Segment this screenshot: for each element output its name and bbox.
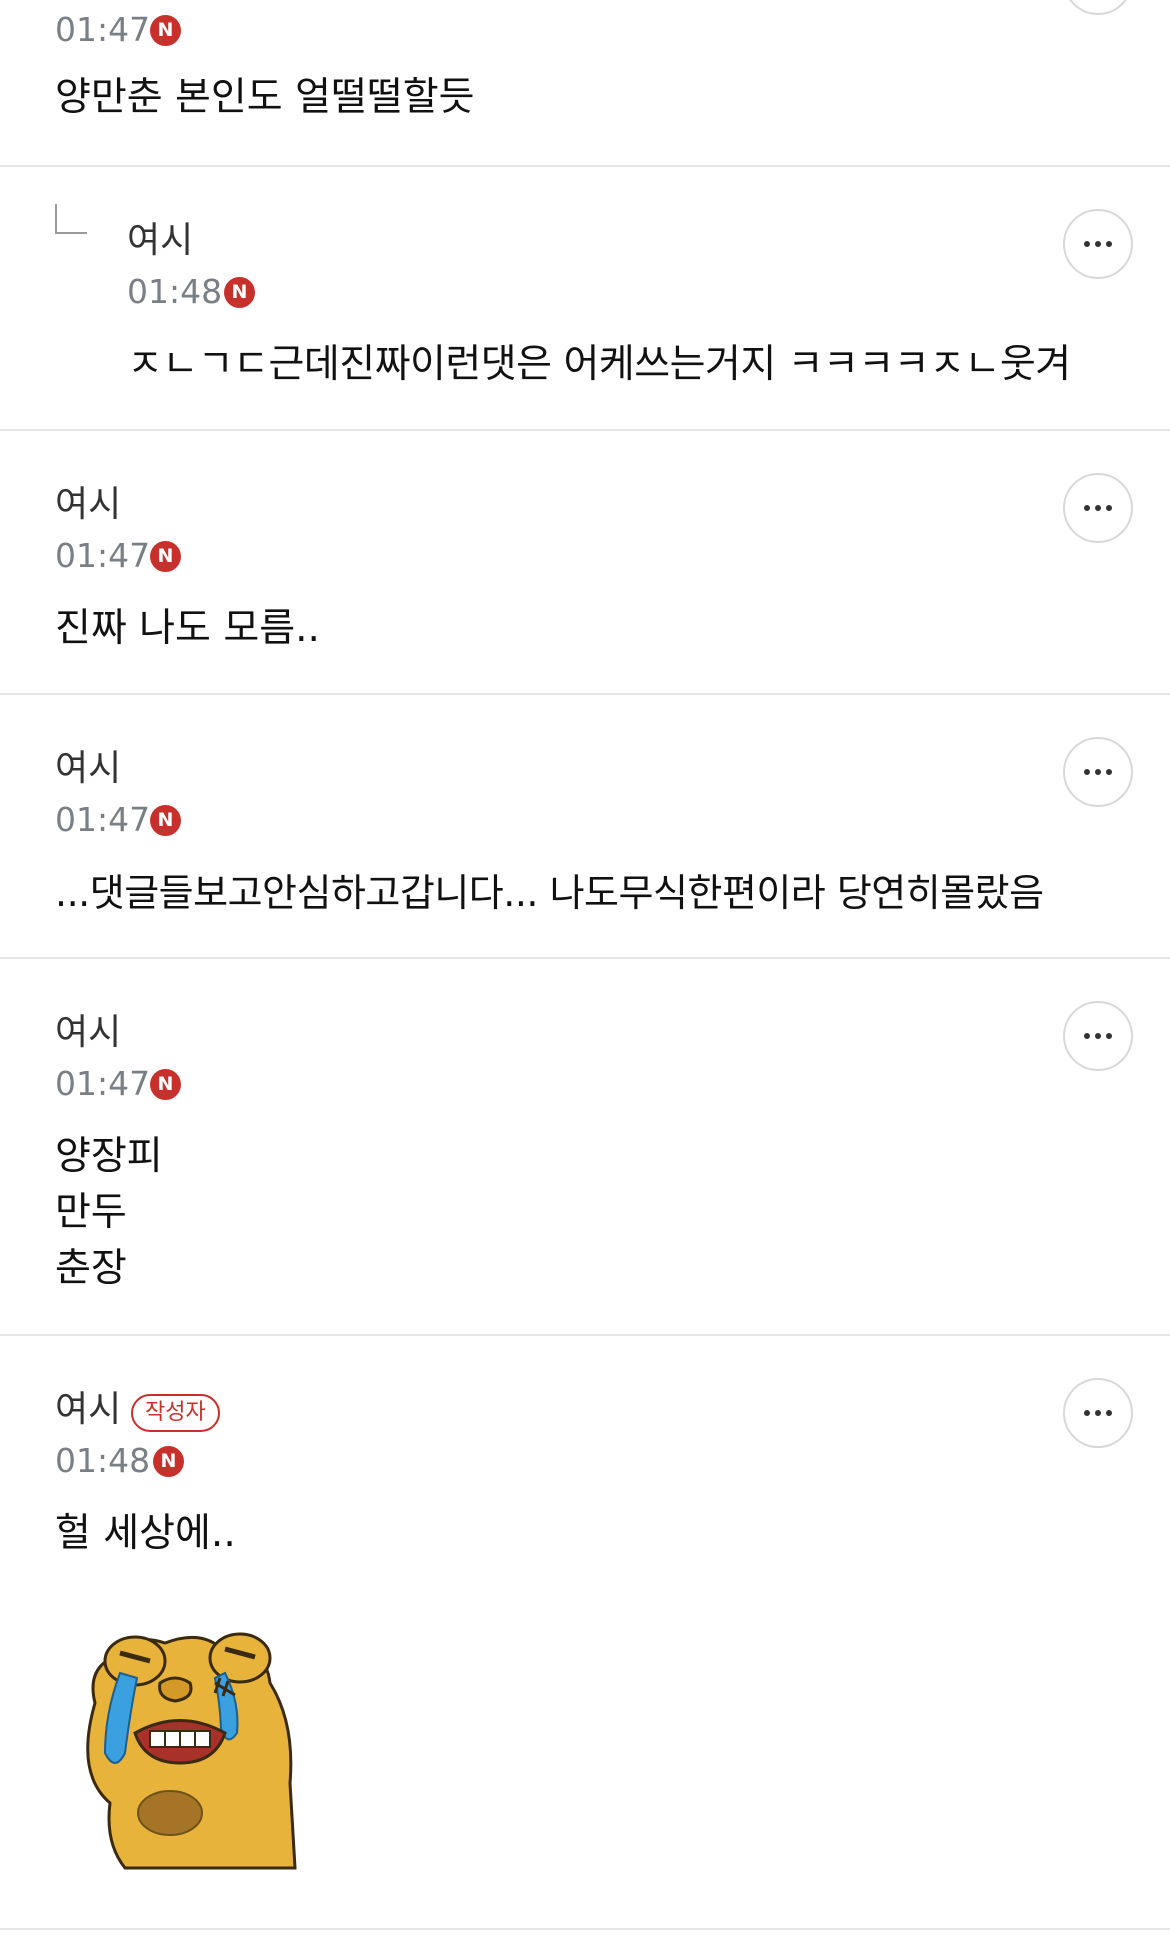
comment-line: 양장피	[55, 1134, 163, 1179]
dot-icon	[1106, 1410, 1112, 1416]
comment-author[interactable]: 여시	[55, 1388, 121, 1432]
more-options-button[interactable]	[1063, 209, 1133, 279]
more-options-button[interactable]	[1063, 473, 1133, 543]
reply-comment-item: 여시 01:48 N ㅈㄴㄱㄷ근데진짜이런댓은 어케쓰는거지 ㅋㅋㅋㅋㅈㄴ웃겨	[0, 167, 1170, 431]
more-options-button[interactable]	[1063, 0, 1133, 15]
dot-icon	[1084, 1033, 1090, 1039]
new-badge: N	[150, 15, 181, 46]
comment-time: 01:48	[55, 1441, 151, 1480]
more-options-button[interactable]	[1063, 737, 1133, 807]
comment-item: 01:47 N 양만춘 본인도 얼떨떨할듯	[0, 0, 1170, 167]
comment-author[interactable]: 여시	[55, 483, 121, 527]
comment-time: 01:47	[55, 1064, 151, 1103]
new-badge: N	[153, 1446, 184, 1477]
new-badge: N	[150, 1069, 181, 1100]
dot-icon	[1084, 505, 1090, 511]
comment-item: 여시 01:47 N 양장피 만두 춘장	[0, 959, 1170, 1336]
dot-icon	[1095, 241, 1101, 247]
comment-item: 여시 작성자 01:48 N 헐 세상에..	[0, 1336, 1170, 1930]
new-badge: N	[224, 277, 255, 308]
comment-body: 헐 세상에..	[55, 1511, 236, 1556]
comment-body: ㅈㄴㄱㄷ근데진짜이런댓은 어케쓰는거지 ㅋㅋㅋㅋㅈㄴ웃겨	[127, 342, 1071, 387]
dot-icon	[1095, 1033, 1101, 1039]
writer-badge: 작성자	[131, 1394, 220, 1432]
comment-time: 01:47	[55, 10, 151, 49]
dot-icon	[1095, 1410, 1101, 1416]
comment-body: 양만춘 본인도 얼떨떨할듯	[55, 75, 475, 120]
comment-time: 01:47	[55, 536, 151, 575]
comment-time: 01:47	[55, 800, 151, 839]
comment-author[interactable]: 여시	[55, 747, 121, 791]
dot-icon	[1106, 505, 1112, 511]
comment-item: 여시 01:47 N 진짜 나도 모름..	[0, 431, 1170, 695]
crying-bear-sticker	[86, 1632, 297, 1870]
comment-body: ...댓글들보고안심하고갑니다... 나도무식한편이라 당연히몰랐음	[55, 871, 1044, 915]
comment-author[interactable]: 여시	[127, 219, 193, 263]
comment-author[interactable]: 여시	[55, 1011, 121, 1055]
dot-icon	[1095, 769, 1101, 775]
dot-icon	[1095, 505, 1101, 511]
more-options-button[interactable]	[1063, 1001, 1133, 1071]
dot-icon	[1084, 1410, 1090, 1416]
dot-icon	[1106, 241, 1112, 247]
comment-line: 춘장	[55, 1246, 127, 1291]
new-badge: N	[150, 541, 181, 572]
dot-icon	[1084, 769, 1090, 775]
more-options-button[interactable]	[1063, 1378, 1133, 1448]
reply-arrow-icon	[55, 204, 87, 234]
comment-time: 01:48	[127, 272, 223, 311]
new-badge: N	[150, 805, 181, 836]
comment-line: 만두	[55, 1190, 127, 1235]
dot-icon	[1106, 769, 1112, 775]
comment-item: 여시 01:47 N ...댓글들보고안심하고갑니다... 나도무식한편이라 당…	[0, 695, 1170, 959]
comment-body: 진짜 나도 모름..	[55, 606, 320, 651]
dot-icon	[1106, 1033, 1112, 1039]
dot-icon	[1084, 241, 1090, 247]
